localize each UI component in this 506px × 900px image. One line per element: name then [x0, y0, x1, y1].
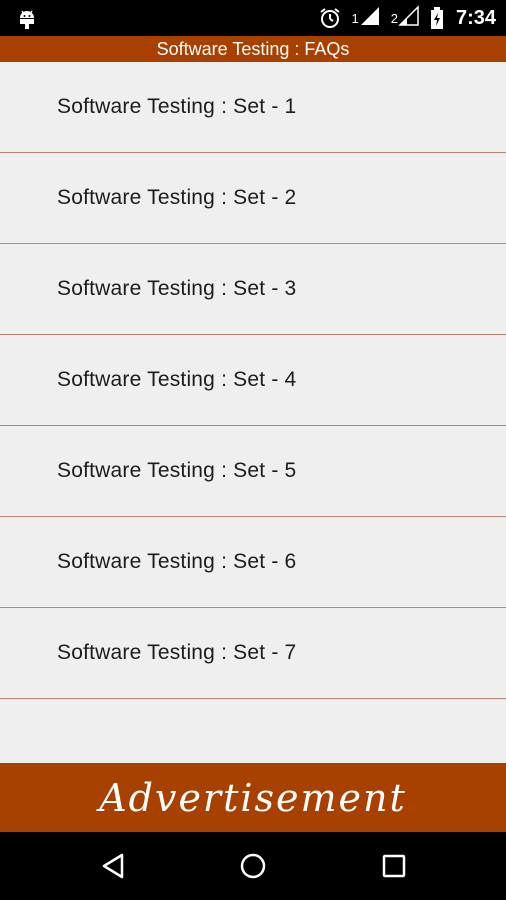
list-item-set-4[interactable]: Software Testing : Set - 4 — [0, 335, 506, 426]
list-item-set-7[interactable]: Software Testing : Set - 7 — [0, 608, 506, 699]
set-list: Software Testing : Set - 1 Software Test… — [0, 62, 506, 699]
battery-charging-icon — [430, 6, 444, 30]
sim1-signal: 1 — [352, 5, 381, 32]
sim2-label: 2 — [390, 10, 398, 26]
status-icons: 1 2 7:34 — [318, 0, 496, 36]
advertisement-label: Advertisement — [99, 775, 407, 820]
home-button[interactable] — [238, 851, 268, 881]
home-icon — [240, 853, 266, 879]
back-button[interactable] — [98, 851, 128, 881]
page-title: Software Testing : FAQs — [156, 39, 350, 59]
list-item-label: Software Testing : Set - 5 — [57, 459, 297, 482]
list-item-label: Software Testing : Set - 3 — [57, 277, 297, 300]
clock: 7:34 — [455, 6, 496, 29]
list-item-label: Software Testing : Set - 2 — [57, 186, 297, 209]
signal-icon — [398, 4, 420, 32]
app-screen: 1 2 7:34 Software Testing: FAQs Softwar… — [0, 0, 506, 900]
status-bar: 1 2 7:34 — [0, 0, 506, 36]
list-item-label: Software Testing : Set - 4 — [57, 368, 297, 391]
recents-icon — [382, 854, 406, 878]
alarm-icon — [318, 6, 342, 30]
app-title-bar: Software Testing : FAQs — [0, 36, 506, 62]
list-item-set-2[interactable]: Software Testing : Set - 2 — [0, 153, 506, 244]
recents-button[interactable] — [379, 851, 409, 881]
android-icon — [16, 7, 38, 29]
list-item-label: Software Testing : Set - 1 — [57, 95, 297, 118]
list-item-set-1[interactable]: Software Testing : Set - 1 — [0, 62, 506, 153]
sim1-label: 1 — [351, 10, 359, 26]
signal-icon — [359, 5, 381, 32]
list-item-set-3[interactable]: Software Testing : Set - 3 — [0, 244, 506, 335]
navigation-bar — [0, 832, 506, 900]
list-item-set-5[interactable]: Software Testing : Set - 5 — [0, 426, 506, 517]
list-item-label: Software Testing : Set - 6 — [57, 550, 297, 573]
sim2-signal: 2 — [390, 4, 420, 32]
advertisement-banner[interactable]: Advertisement — [0, 763, 506, 832]
back-icon — [102, 853, 124, 879]
list-item-label: Software Testing : Set - 7 — [57, 641, 297, 664]
list-item-set-6[interactable]: Software Testing : Set - 6 — [0, 517, 506, 608]
